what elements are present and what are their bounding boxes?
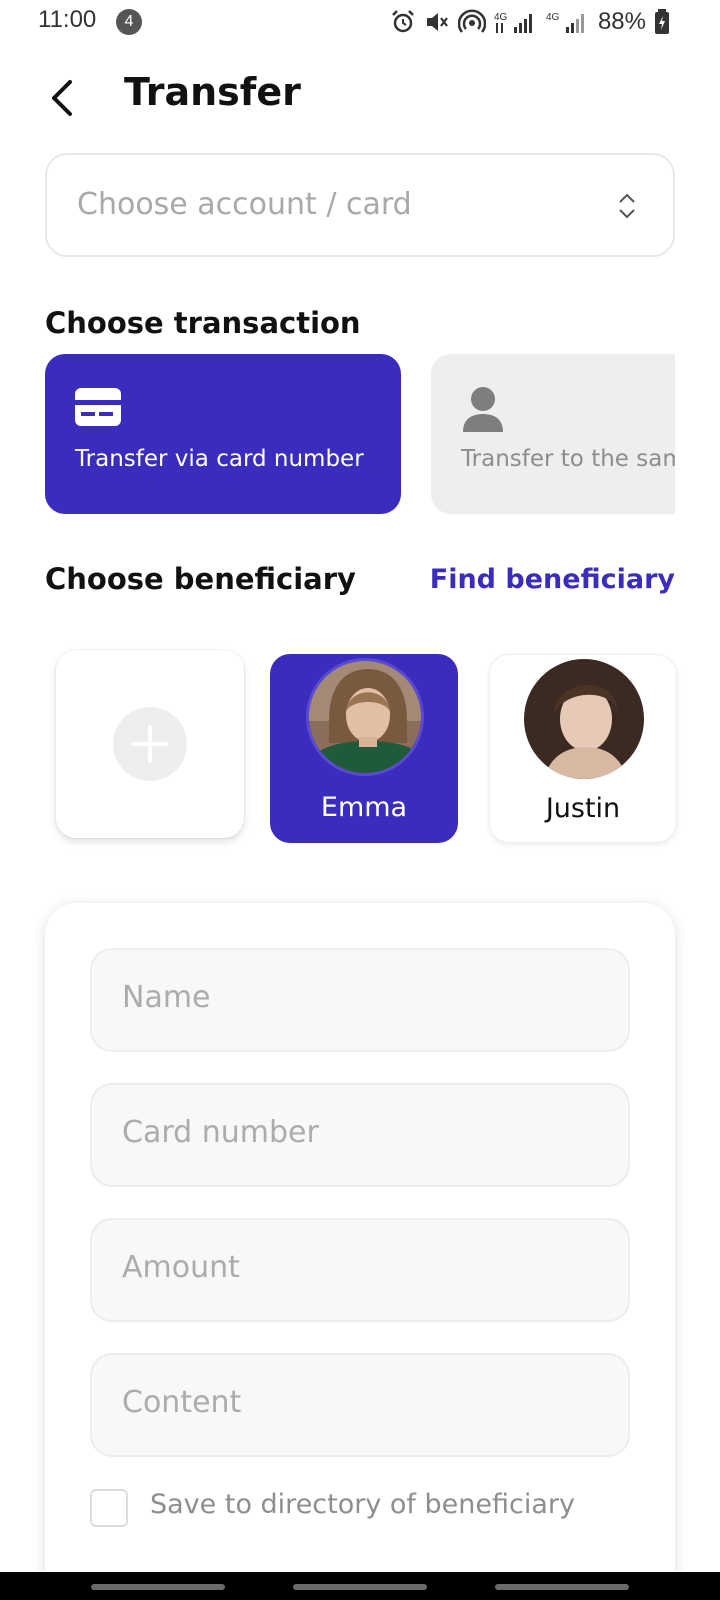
find-beneficiary-link[interactable]: Find beneficiary (430, 564, 675, 595)
beneficiary-name: Justin (545, 793, 621, 824)
beneficiary-list: Emma Justin (45, 640, 677, 860)
transaction-options: Transfer via card number Transfer to the… (45, 354, 675, 514)
card-number-field[interactable]: Card number (90, 1083, 630, 1187)
account-select-placeholder: Choose account / card (77, 187, 412, 222)
content-field-placeholder: Content (122, 1385, 242, 1420)
name-field[interactable]: Name (90, 948, 630, 1052)
avatar (306, 658, 424, 776)
amount-field-placeholder: Amount (122, 1250, 240, 1285)
status-time: 11:00 (38, 6, 97, 33)
mute-icon (426, 13, 448, 31)
hotspot-icon (457, 9, 486, 33)
card-number-field-placeholder: Card number (122, 1115, 319, 1150)
alarm-icon (392, 10, 414, 33)
beneficiary-item-emma[interactable]: Emma (270, 654, 458, 843)
nav-home-button[interactable] (293, 1584, 427, 1590)
chevron-left-icon (52, 80, 72, 116)
beneficiary-item-justin[interactable]: Justin (489, 654, 677, 843)
system-navigation-bar (0, 1572, 720, 1600)
plus-icon (113, 707, 187, 781)
svg-text:4G: 4G (494, 12, 508, 23)
notification-count-badge: 4 (116, 9, 142, 35)
name-field-placeholder: Name (122, 980, 211, 1015)
back-button[interactable] (40, 72, 84, 124)
transfer-form: Name Card number Amount Content Save to … (45, 903, 675, 1600)
signal-4g-icon: 4G (494, 12, 532, 33)
signal-4g-icon: 4G (546, 12, 584, 33)
choose-beneficiary-title: Choose beneficiary (45, 562, 356, 596)
card-icon (75, 388, 121, 426)
save-beneficiary-checkbox[interactable] (90, 1489, 128, 1527)
battery-charging-icon (655, 9, 669, 34)
account-card-select[interactable]: Choose account / card (45, 153, 675, 257)
amount-field[interactable]: Amount (90, 1218, 630, 1322)
unfold-icon (619, 193, 635, 219)
add-beneficiary-button[interactable] (56, 650, 244, 838)
nav-back-button[interactable] (495, 1584, 629, 1590)
person-icon (463, 387, 503, 432)
transaction-option-same-bank[interactable]: Transfer to the same bank (431, 354, 675, 514)
status-bar: 11:00 4 4G 4G 88% (0, 0, 720, 44)
nav-recent-button[interactable] (91, 1584, 225, 1590)
choose-transaction-title: Choose transaction (45, 306, 361, 340)
page-title: Transfer (124, 70, 301, 114)
transaction-option-label: Transfer to the same bank (461, 446, 675, 472)
transaction-option-label: Transfer via card number (75, 446, 364, 472)
battery-percent: 88% (597, 8, 646, 35)
svg-text:4G: 4G (546, 12, 560, 23)
transaction-option-card-number[interactable]: Transfer via card number (45, 354, 401, 514)
beneficiary-name: Emma (320, 792, 408, 823)
save-beneficiary-label: Save to directory of beneficiary (150, 1489, 575, 1520)
status-icons: 4G 4G 88% (390, 8, 670, 36)
content-field[interactable]: Content (90, 1353, 630, 1457)
avatar (524, 659, 644, 779)
